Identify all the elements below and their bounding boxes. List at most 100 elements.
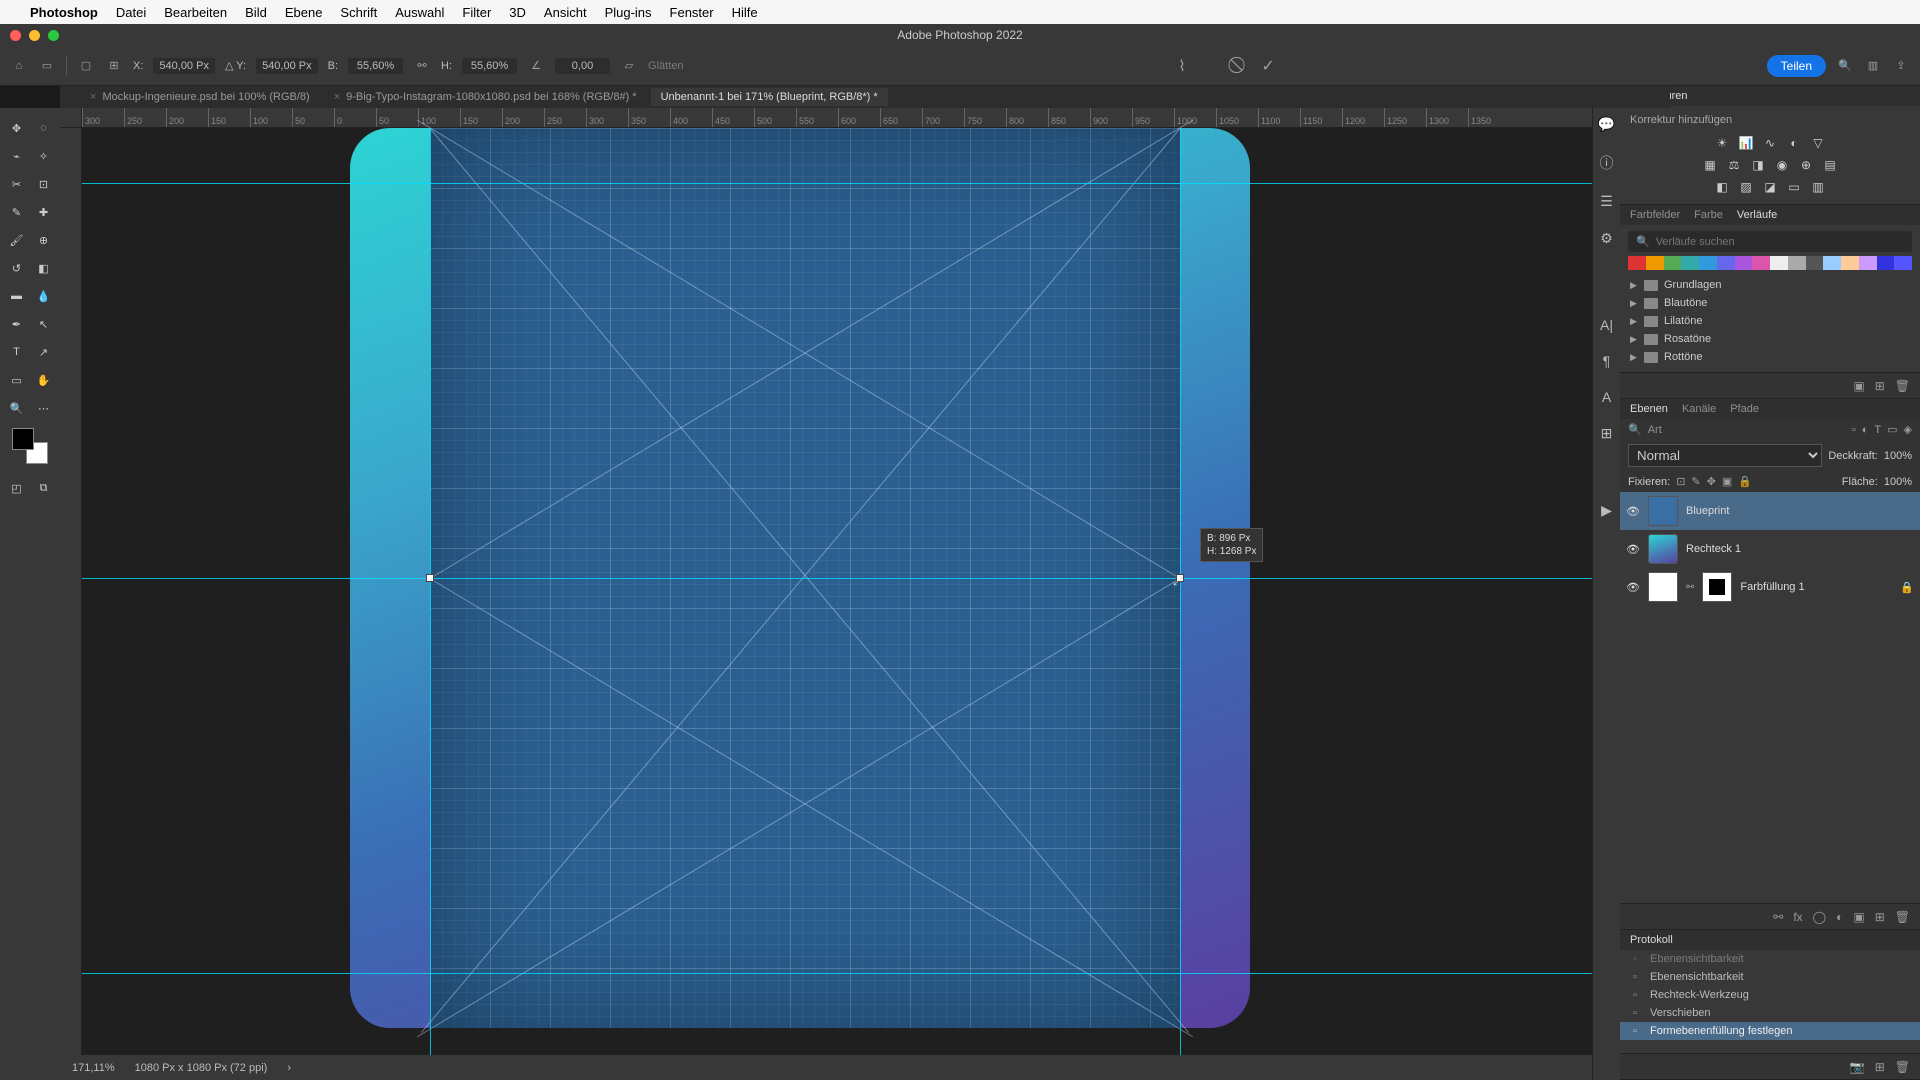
h-field[interactable]: 55,60%: [462, 58, 517, 74]
history-item[interactable]: ▫Verschieben: [1620, 1004, 1920, 1022]
history-brush-icon[interactable]: ↺: [3, 254, 30, 282]
gradient-swatch[interactable]: [1681, 256, 1699, 270]
lut-icon[interactable]: ▤: [1821, 157, 1839, 173]
quickmask-icon[interactable]: ◰: [3, 474, 30, 502]
vibrance-icon[interactable]: ▽: [1809, 135, 1827, 151]
type-tool-icon[interactable]: T: [3, 338, 30, 366]
lock-all-icon[interactable]: 🔒: [1738, 475, 1752, 488]
menu-3d[interactable]: 3D: [509, 5, 526, 20]
commit-transform-icon[interactable]: ✓: [1259, 57, 1277, 75]
new-gradient-icon[interactable]: ⊞: [1875, 379, 1885, 393]
angle-field[interactable]: 0,00: [555, 58, 610, 74]
path-select-icon[interactable]: ↖: [30, 310, 57, 338]
menu-schrift[interactable]: Schrift: [340, 5, 377, 20]
history-item[interactable]: ▫Formebenenfüllung festlegen: [1620, 1022, 1920, 1040]
lock-artboard-icon[interactable]: ▣: [1722, 475, 1732, 488]
transform-handle-left[interactable]: [426, 574, 434, 582]
exposure-icon[interactable]: ◐: [1785, 135, 1803, 151]
layer-row[interactable]: 👁Rechteck 1: [1620, 530, 1920, 568]
gradient-swatch[interactable]: [1646, 256, 1664, 270]
close-icon[interactable]: ×: [90, 91, 96, 103]
photo-filter-icon[interactable]: ◉: [1773, 157, 1791, 173]
new-state-icon[interactable]: ⊞: [1875, 1060, 1885, 1074]
gradient-folder[interactable]: ▶Lilatöne: [1628, 312, 1912, 330]
menu-fenster[interactable]: Fenster: [670, 5, 714, 20]
direct-select-icon[interactable]: ↗: [30, 338, 57, 366]
gradient-swatch[interactable]: [1717, 256, 1735, 270]
blend-mode-select[interactable]: Normal: [1628, 444, 1822, 467]
adjustment-layer-icon[interactable]: ◐: [1836, 910, 1843, 924]
layer-thumb[interactable]: [1648, 572, 1678, 602]
tab-ebenen[interactable]: Ebenen: [1630, 403, 1668, 415]
layer-mask-thumb[interactable]: [1702, 572, 1732, 602]
gradient-search-input[interactable]: [1656, 236, 1904, 248]
gradient-map-icon[interactable]: ▭: [1785, 179, 1803, 195]
transform-icon[interactable]: ▭: [38, 57, 56, 75]
gradient-swatch[interactable]: [1664, 256, 1682, 270]
gradient-swatch[interactable]: [1877, 256, 1895, 270]
hue-icon[interactable]: ▦: [1701, 157, 1719, 173]
panel-title[interactable]: Protokoll: [1630, 934, 1673, 946]
visibility-icon[interactable]: 👁: [1626, 505, 1640, 518]
opacity-value[interactable]: 100%: [1884, 450, 1912, 462]
menu-bild[interactable]: Bild: [245, 5, 267, 20]
hand-tool-icon[interactable]: ✋: [30, 366, 57, 394]
mask-icon[interactable]: ◯: [1813, 910, 1826, 924]
lock-pixels-icon[interactable]: ⊡: [1676, 475, 1685, 488]
menu-plugins[interactable]: Plug-ins: [605, 5, 652, 20]
layer-row[interactable]: 👁⚯Farbfüllung 1🔒: [1620, 568, 1920, 606]
delete-icon[interactable]: 🗑: [1895, 379, 1910, 393]
fill-value[interactable]: 100%: [1884, 476, 1912, 488]
layer-name[interactable]: Farbfüllung 1: [1740, 581, 1804, 593]
menu-filter[interactable]: Filter: [462, 5, 491, 20]
home-icon[interactable]: ⌂: [10, 57, 28, 75]
foreground-color-swatch[interactable]: [12, 428, 34, 450]
visibility-icon[interactable]: 👁: [1626, 543, 1640, 556]
layer-thumb[interactable]: [1648, 496, 1678, 526]
layer-filter-type[interactable]: Art: [1648, 424, 1846, 436]
glyphs-panel-icon[interactable]: A: [1602, 389, 1611, 405]
color-swatches[interactable]: [12, 428, 48, 464]
delete-state-icon[interactable]: 🗑: [1895, 1060, 1910, 1074]
ruler-origin[interactable]: [60, 108, 82, 128]
cancel-transform-icon[interactable]: ⃠: [1231, 57, 1249, 75]
threshold-icon[interactable]: ◪: [1761, 179, 1779, 195]
menu-auswahl[interactable]: Auswahl: [395, 5, 444, 20]
tab-kanaele[interactable]: Kanäle: [1682, 403, 1716, 415]
history-item[interactable]: ▫Rechteck-Werkzeug: [1620, 986, 1920, 1004]
menu-hilfe[interactable]: Hilfe: [732, 5, 758, 20]
history-item[interactable]: ▫Ebenensichtbarkeit: [1620, 950, 1920, 968]
vertical-ruler[interactable]: [60, 128, 82, 1055]
transform-bounding-box[interactable]: [430, 128, 1180, 1028]
gradient-swatch[interactable]: [1788, 256, 1806, 270]
reference-grid-icon[interactable]: ⊞: [105, 57, 123, 75]
tab-farbe[interactable]: Farbe: [1694, 209, 1723, 221]
history-item[interactable]: ▫Ebenensichtbarkeit: [1620, 968, 1920, 986]
zoom-tool-icon[interactable]: 🔍: [3, 394, 30, 422]
doc-tab-2[interactable]: Unbenannt-1 bei 171% (Blueprint, RGB/8*)…: [651, 88, 888, 106]
new-layer-icon[interactable]: ⊞: [1875, 910, 1885, 924]
filter-shape-icon[interactable]: ▭: [1887, 423, 1897, 436]
close-icon[interactable]: ×: [334, 91, 340, 103]
pen-tool-icon[interactable]: ✒: [3, 310, 30, 338]
gradient-folder[interactable]: ▶Rosatöne: [1628, 330, 1912, 348]
search-icon[interactable]: 🔍: [1836, 57, 1854, 75]
gradient-swatches[interactable]: [1628, 256, 1912, 270]
visibility-icon[interactable]: 👁: [1626, 581, 1640, 594]
expand-panels-icon[interactable]: ▶: [1601, 502, 1612, 519]
gradient-swatch[interactable]: [1770, 256, 1788, 270]
filter-image-icon[interactable]: ▫: [1852, 424, 1856, 436]
bw-icon[interactable]: ◨: [1749, 157, 1767, 173]
layer-thumb[interactable]: [1648, 534, 1678, 564]
lock-position-icon[interactable]: ✥: [1707, 475, 1716, 488]
canvas-area[interactable]: 3002502001501005005010015020025030035040…: [60, 108, 1620, 1055]
gradient-folder[interactable]: ▶Rottöne: [1628, 348, 1912, 366]
gradient-folder[interactable]: ▶Blautöne: [1628, 294, 1912, 312]
balance-icon[interactable]: ⚖: [1725, 157, 1743, 173]
share-button[interactable]: Teilen: [1767, 55, 1826, 77]
gradient-swatch[interactable]: [1823, 256, 1841, 270]
gradient-tool-icon[interactable]: ▬: [3, 282, 30, 310]
stamp-tool-icon[interactable]: ⊕: [30, 226, 57, 254]
screenmode-icon[interactable]: ⧉: [30, 474, 57, 502]
gradient-swatch[interactable]: [1806, 256, 1824, 270]
